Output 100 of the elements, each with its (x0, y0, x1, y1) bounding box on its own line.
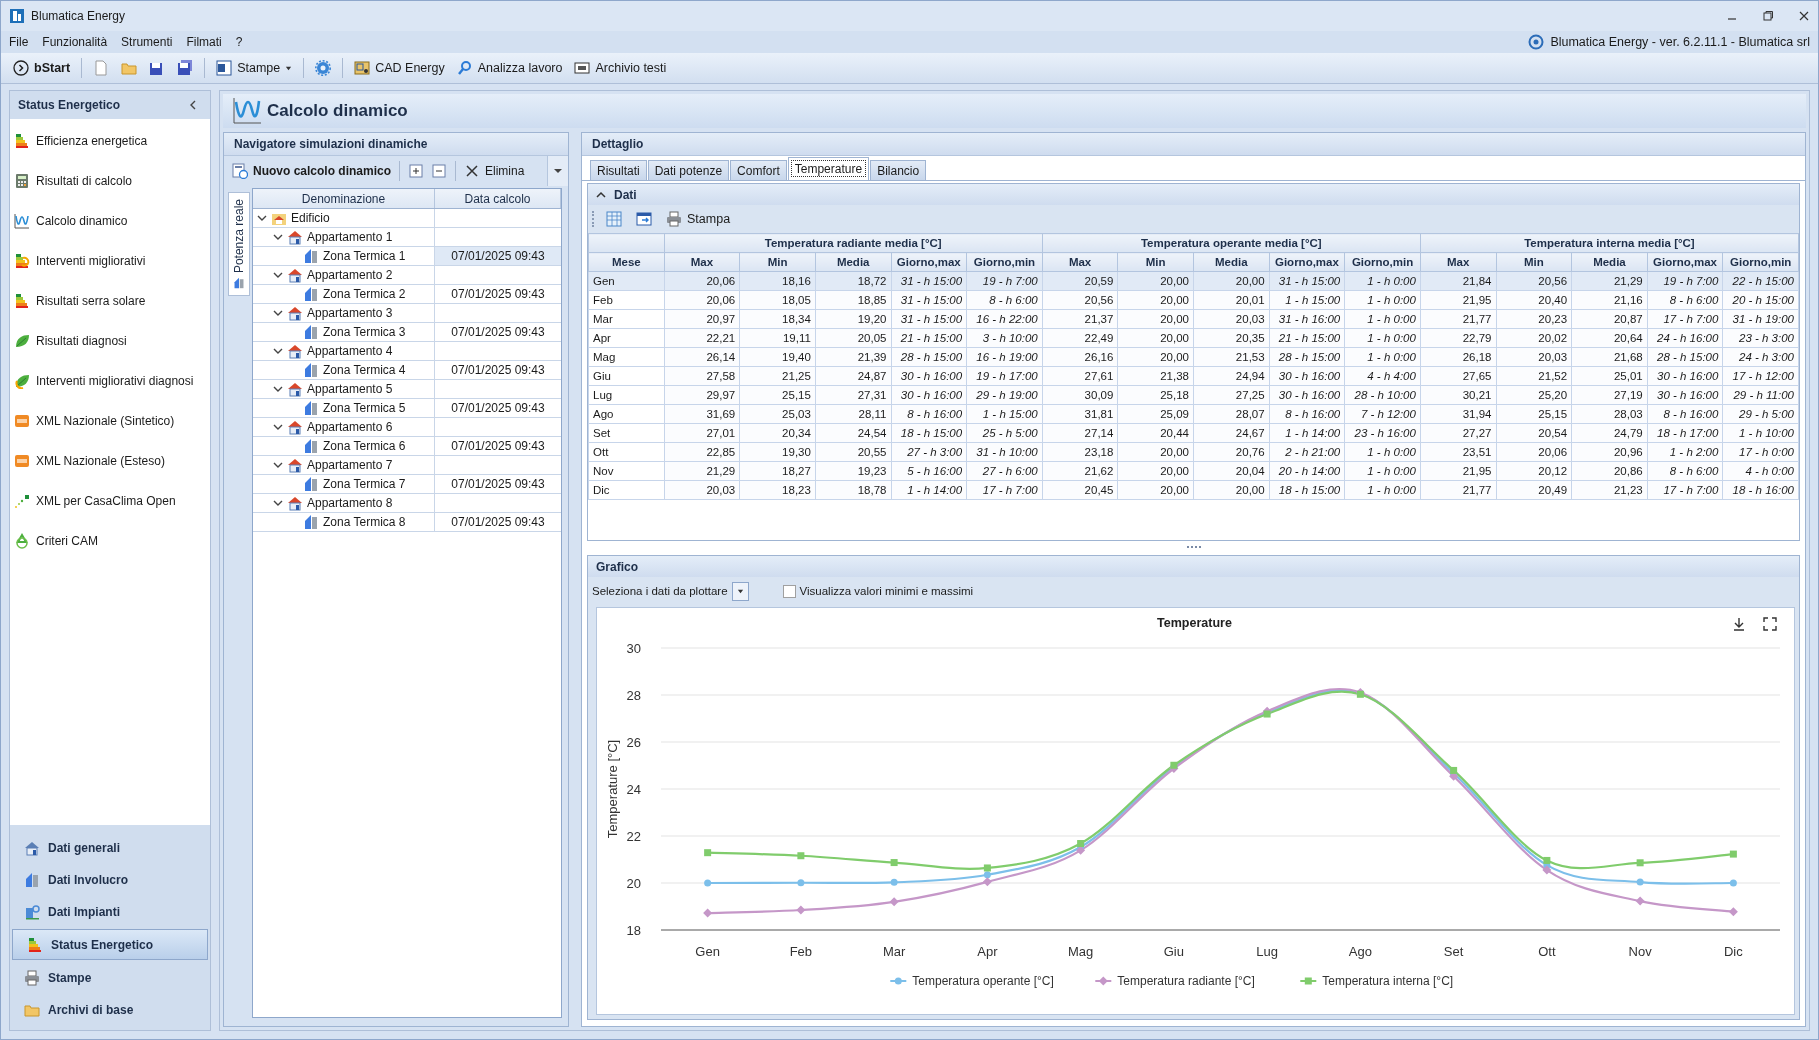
download-icon[interactable] (1733, 617, 1745, 631)
print-button[interactable]: Stampa (662, 209, 735, 229)
chevron-icon[interactable] (257, 213, 267, 223)
legend-item[interactable]: Temperatura radiante [°C] (1094, 974, 1255, 988)
dropdown-button[interactable] (731, 581, 749, 601)
checkbox[interactable] (782, 584, 796, 598)
data-point (1076, 845, 1086, 855)
tree-node-label[interactable]: Appartamento 2 (307, 268, 393, 282)
axis-tick-label: Giu (1163, 944, 1184, 959)
column-group-header: Temperatura radiante media [°C] (664, 233, 1043, 253)
tree-node-label[interactable]: Appartamento 4 (307, 344, 393, 358)
sidebar-item[interactable]: XML per CasaClima Open (10, 481, 210, 521)
menu-item[interactable]: Funzionalità (42, 35, 108, 49)
wall-icon (24, 871, 40, 888)
data-point (1728, 907, 1738, 917)
delete-button[interactable]: Elimina (462, 161, 527, 181)
cad-button[interactable]: CAD Energy (350, 58, 449, 78)
menu-item[interactable]: Filmati (186, 35, 222, 49)
sidebar-item[interactable]: Criteri CAM (10, 521, 210, 561)
new-calculation-button[interactable]: Nuovo calcolo dinamico (230, 161, 394, 181)
tab[interactable]: Bilancio (870, 160, 927, 180)
tree-node-label[interactable]: Zona Termica 8 (323, 515, 406, 529)
tab[interactable]: Dati potenze (647, 160, 730, 180)
nav-group-button[interactable]: Dati Impianti (12, 897, 208, 926)
settings-icon (315, 60, 332, 76)
tree-node-label[interactable]: Zona Termica 7 (323, 477, 406, 491)
sidebar-item[interactable]: Calcolo dinamico (10, 201, 210, 241)
house-icon (24, 839, 40, 856)
data-point (1449, 771, 1459, 781)
caret-icon (736, 587, 744, 595)
sidebar-item[interactable]: Interventi migliorativi (10, 241, 210, 281)
tree-node-label[interactable]: Zona Termica 6 (323, 439, 406, 453)
chevron-icon[interactable] (273, 232, 283, 242)
tree-node-label[interactable]: Appartamento 5 (307, 382, 393, 396)
tree-node-label[interactable]: Edificio (291, 211, 330, 225)
fullscreen-icon[interactable] (1763, 617, 1777, 631)
chevron-icon[interactable] (273, 308, 283, 318)
bstart-button[interactable]: bStart (9, 58, 75, 78)
tree-node-label[interactable]: Zona Termica 2 (323, 287, 406, 301)
sidebar-item[interactable]: Risultati diagnosi (10, 321, 210, 361)
tree-node-label[interactable]: Appartamento 6 (307, 420, 393, 434)
sidebar-item[interactable]: Efficienza energetica (10, 121, 210, 161)
chevron-icon[interactable] (273, 384, 283, 394)
tab[interactable]: Comfort (730, 160, 787, 180)
grid-icon (606, 211, 622, 227)
axis-tick-label: 22 (626, 829, 641, 844)
menu-item[interactable]: ? (235, 35, 243, 49)
checkbox-label[interactable]: Visualizza valori minimi e massimi (799, 585, 974, 597)
tree-node-label[interactable]: Appartamento 3 (307, 306, 393, 320)
chevron-icon[interactable] (273, 460, 283, 470)
nav-group-button[interactable]: Dati generali (12, 833, 208, 862)
axis-tick-label: 26 (626, 735, 641, 750)
side-tab[interactable]: Potenza reale (228, 192, 250, 296)
chevron-icon[interactable] (273, 422, 283, 432)
tree-node-label[interactable]: Appartamento 1 (307, 230, 393, 244)
menu-item[interactable]: Strumenti (121, 35, 173, 49)
nav-group-button[interactable]: Stampe (12, 963, 208, 992)
analyze-button[interactable]: Analizza lavoro (452, 58, 567, 78)
sidebar-item[interactable]: XML Nazionale (Sintetico) (10, 401, 210, 441)
chevron-icon[interactable] (596, 189, 606, 200)
house-icon (287, 419, 303, 435)
tree-node-label[interactable]: Zona Termica 5 (323, 401, 406, 415)
section-title: Dati (614, 187, 637, 202)
column-header[interactable]: Data calcolo (435, 189, 561, 208)
splitter-handle[interactable] (1186, 546, 1201, 550)
chevron-icon[interactable] (273, 498, 283, 508)
tree-node-label[interactable]: Appartamento 8 (307, 496, 393, 510)
legend-item[interactable]: Temperatura interna [°C] (1299, 974, 1454, 988)
column-header[interactable]: Denominazione (253, 189, 435, 208)
print-menu-button[interactable]: Stampe (212, 58, 297, 78)
tree-node-label[interactable]: Zona Termica 3 (323, 325, 406, 339)
chevron-left-icon[interactable] (188, 100, 198, 110)
table-cell: Mar (588, 309, 665, 329)
window-title: Blumatica Energy (31, 9, 126, 23)
tab[interactable]: Risultati (590, 160, 647, 180)
axis-tick-label: 28 (626, 688, 641, 703)
legend-item[interactable]: Temperatura operante [°C] (889, 974, 1054, 988)
restore-icon[interactable] (1762, 10, 1774, 22)
chevron-icon[interactable] (273, 270, 283, 280)
nav-group-button[interactable]: Archivi di base (12, 995, 208, 1024)
sidebar-item[interactable]: Risultati serra solare (10, 281, 210, 321)
nav-group-button[interactable]: Dati Involucro (12, 865, 208, 894)
panel-title: Navigatore simulazioni dinamiche (234, 137, 428, 151)
sidebar-item[interactable]: Risultati di calcolo (10, 161, 210, 201)
tree-node-label[interactable]: Appartamento 7 (307, 458, 393, 472)
data-point (797, 879, 805, 887)
texts-button[interactable]: Archivio testi (570, 58, 671, 78)
data-point (890, 878, 898, 886)
menu-item[interactable]: File (9, 35, 29, 49)
chevron-icon[interactable] (273, 346, 283, 356)
nav-group-button[interactable]: Status Energetico (12, 929, 208, 960)
sidebar-item[interactable]: Interventi migliorativi diagnosi (10, 361, 210, 401)
column-group-header: Temperatura interna media [°C] (1420, 233, 1799, 253)
tab[interactable]: Temperature (787, 157, 870, 180)
tree-node-label[interactable]: Zona Termica 4 (323, 363, 406, 377)
data-point (1635, 896, 1645, 906)
close-icon[interactable] (1798, 10, 1810, 22)
axis-tick-label: 30 (626, 641, 641, 656)
sidebar-item[interactable]: XML Nazionale (Esteso) (10, 441, 210, 481)
tree-node-label[interactable]: Zona Termica 1 (323, 249, 406, 263)
